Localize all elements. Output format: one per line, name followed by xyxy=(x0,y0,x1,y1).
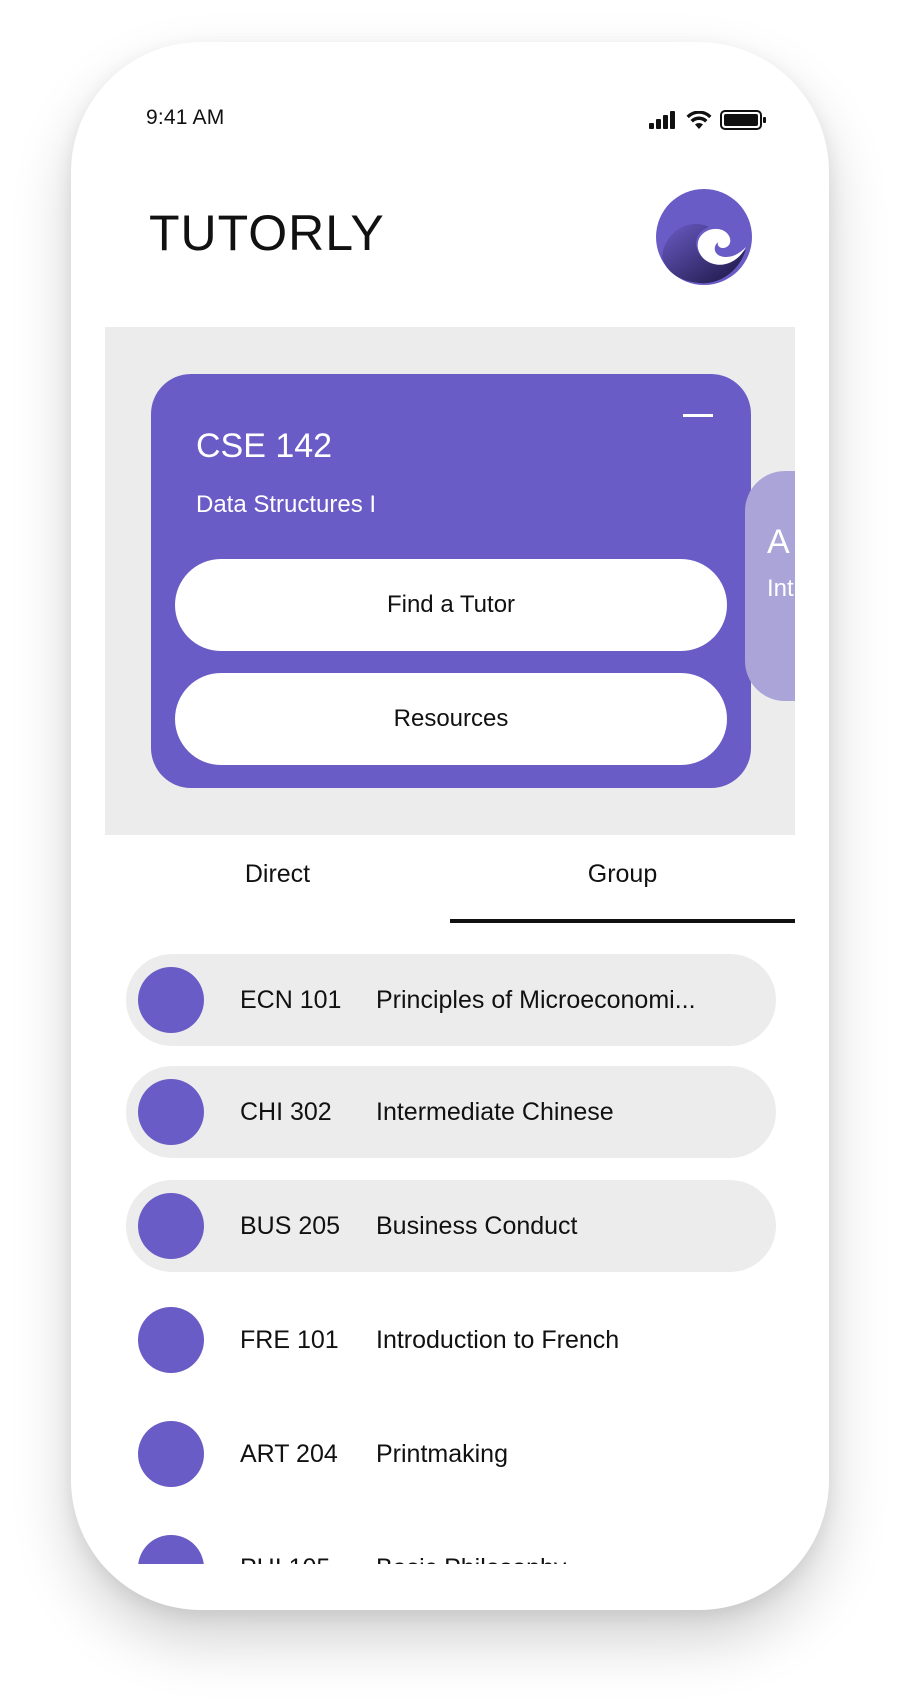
next-course-code: A xyxy=(767,523,790,561)
course-avatar xyxy=(138,1421,204,1487)
list-item-code: PHI 105 xyxy=(240,1522,330,1565)
list-item-name: Business Conduct xyxy=(376,1211,578,1240)
list-item[interactable]: ECN 101 Principles of Microeconomi... xyxy=(126,954,776,1046)
find-tutor-button[interactable]: Find a Tutor xyxy=(175,559,727,651)
next-course-card[interactable]: A Int xyxy=(745,471,795,701)
course-carousel[interactable]: CSE 142 Data Structures I Find a Tutor R… xyxy=(105,327,795,835)
phone-frame: 9:41 AM TUTORLY CSE 142 Data Structures … xyxy=(71,42,829,1610)
list-item[interactable]: PHI 105 Basic Philosophy xyxy=(126,1522,776,1564)
list-item-name: Principles of Microeconomi... xyxy=(376,985,696,1014)
active-tab-indicator xyxy=(450,919,795,923)
wifi-icon xyxy=(686,110,712,129)
status-time: 9:41 AM xyxy=(146,106,225,129)
next-course-title: Int xyxy=(767,575,794,602)
session-type-tabs: Direct Group xyxy=(105,835,795,935)
list-item-code: CHI 302 xyxy=(240,1097,332,1126)
list-item-name: Intermediate Chinese xyxy=(376,1097,614,1126)
course-code: CSE 142 xyxy=(196,427,333,465)
course-avatar xyxy=(138,1079,204,1145)
course-title: Data Structures I xyxy=(196,491,377,518)
cellular-signal-icon xyxy=(649,111,675,129)
course-avatar xyxy=(138,1535,204,1564)
battery-icon xyxy=(720,110,766,130)
brand-wordmark: TUTORLY xyxy=(149,205,385,261)
minimize-icon[interactable] xyxy=(683,414,713,417)
list-item[interactable]: CHI 302 Intermediate Chinese xyxy=(126,1066,776,1158)
course-list[interactable]: ECN 101 Principles of Microeconomi... CH… xyxy=(126,954,776,1564)
list-item-code: ART 204 xyxy=(240,1439,338,1468)
status-icons xyxy=(648,108,766,132)
list-item-name: Basic Philosophy xyxy=(376,1522,566,1565)
list-item[interactable]: FRE 101 Introduction to French xyxy=(126,1294,776,1386)
course-card[interactable]: CSE 142 Data Structures I Find a Tutor R… xyxy=(151,374,751,788)
list-item-name: Printmaking xyxy=(376,1439,508,1468)
profile-logo-icon[interactable] xyxy=(654,187,754,287)
list-item[interactable]: ART 204 Printmaking xyxy=(126,1408,776,1500)
course-avatar xyxy=(138,1307,204,1373)
list-item-code: BUS 205 xyxy=(240,1211,341,1240)
status-bar: 9:41 AM xyxy=(146,104,766,134)
list-item[interactable]: BUS 205 Business Conduct xyxy=(126,1180,776,1272)
resources-button[interactable]: Resources xyxy=(175,673,727,765)
course-avatar xyxy=(138,1193,204,1259)
list-item-code: ECN 101 xyxy=(240,985,342,1014)
list-item-code: FRE 101 xyxy=(240,1325,339,1354)
list-item-name: Introduction to French xyxy=(376,1325,620,1354)
course-avatar xyxy=(138,967,204,1033)
tab-direct[interactable]: Direct xyxy=(105,835,450,935)
